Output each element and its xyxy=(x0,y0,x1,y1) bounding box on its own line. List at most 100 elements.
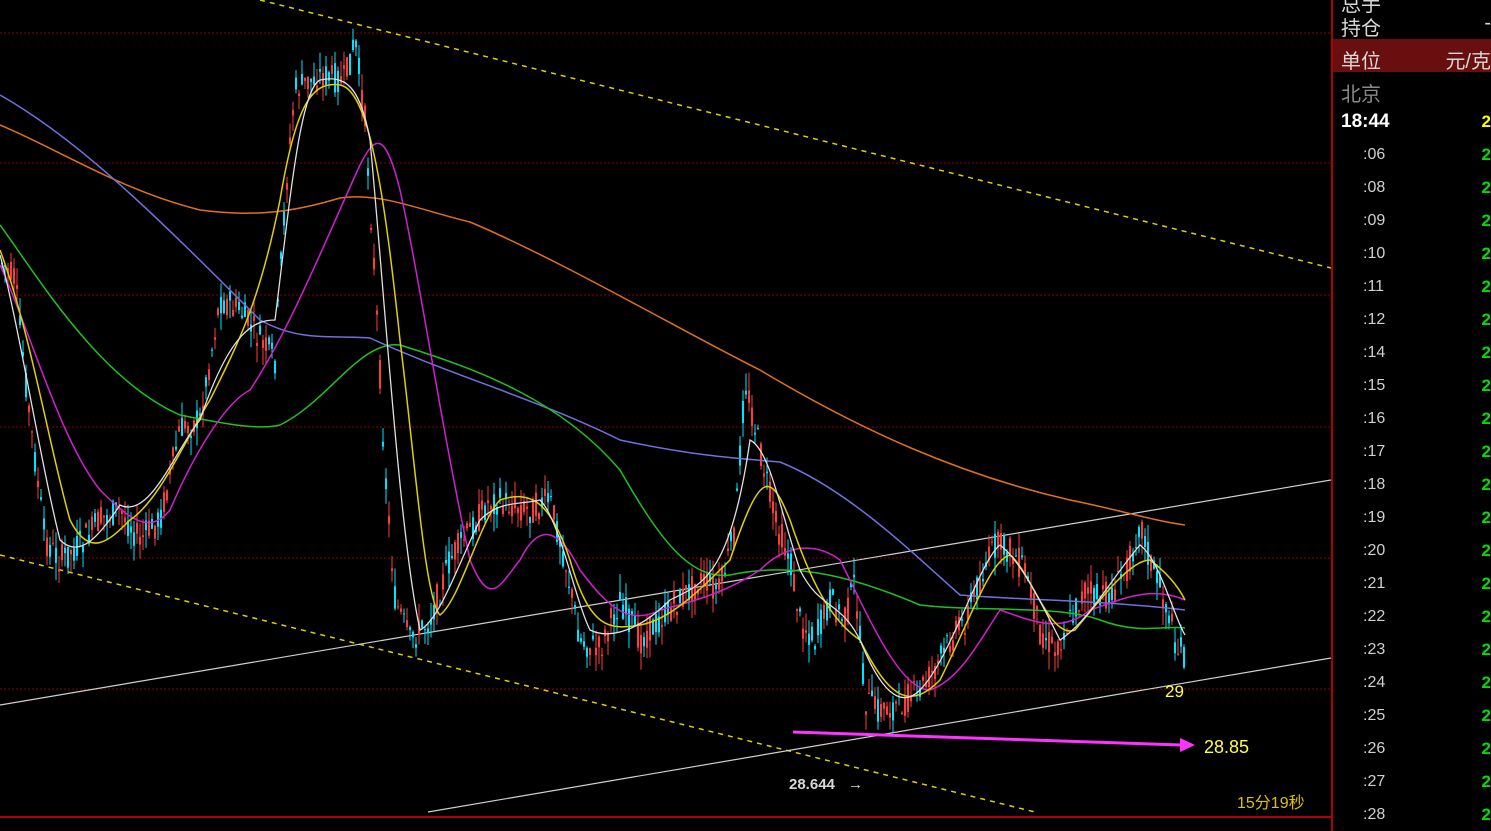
candle-body xyxy=(271,342,273,349)
tick-row[interactable]: :18 2 xyxy=(1333,468,1491,501)
tick-value: 2 xyxy=(1481,508,1491,527)
trend-channel-lines xyxy=(0,0,1331,813)
candle-body xyxy=(991,541,993,543)
candle-body xyxy=(388,515,390,524)
candle-body xyxy=(778,534,780,545)
candle-body xyxy=(85,523,87,528)
tick-row[interactable]: :24 2 xyxy=(1333,666,1491,699)
tick-value: 2 xyxy=(1481,310,1491,329)
candle-body xyxy=(370,227,372,231)
candle-body xyxy=(208,369,210,380)
tick-row[interactable]: :21 2 xyxy=(1333,567,1491,600)
candle-body xyxy=(757,427,759,429)
candle-body xyxy=(889,713,891,718)
candle-body xyxy=(862,663,864,685)
tick-value: 2 xyxy=(1481,343,1491,362)
candle-body xyxy=(760,443,762,467)
tick-row[interactable]: :20 2 xyxy=(1333,534,1491,567)
candle-body xyxy=(877,699,879,722)
candle-body xyxy=(313,76,315,85)
candle-body xyxy=(55,547,57,563)
candle-body xyxy=(103,515,105,518)
candle-body xyxy=(997,531,999,548)
tick-value: 2 xyxy=(1481,673,1491,692)
tick-row[interactable]: :08 2 xyxy=(1333,171,1491,204)
candle-body xyxy=(742,401,744,424)
tick-row[interactable]: :23 2 xyxy=(1333,633,1491,666)
tick-row[interactable]: :10 2 xyxy=(1333,237,1491,270)
candle-body xyxy=(406,620,408,628)
candle-body xyxy=(643,637,645,647)
candle-body xyxy=(445,559,447,564)
tick-time: :21 xyxy=(1363,575,1386,592)
tick-value: 2 xyxy=(1481,607,1491,626)
tick-row[interactable]: :14 2 xyxy=(1333,336,1491,369)
candle-body xyxy=(301,73,303,85)
candle-body xyxy=(463,539,465,541)
candle-body xyxy=(619,591,621,601)
candle-body xyxy=(454,542,456,560)
candle-body xyxy=(478,503,480,531)
ma-blue-line xyxy=(0,94,1186,611)
upper-dashed-trendline xyxy=(259,0,1331,269)
candle-body xyxy=(946,635,948,637)
candle-body xyxy=(70,549,72,555)
candle-body xyxy=(670,607,672,621)
candlestick-chart[interactable]: 28.85 29 28.644 → 15分19秒 xyxy=(0,0,1331,831)
tick-row[interactable]: :06 2 xyxy=(1333,138,1491,171)
tick-time: :25 xyxy=(1363,707,1386,724)
candle-body xyxy=(154,525,156,539)
candle-body xyxy=(1033,592,1035,619)
tick-time: :17 xyxy=(1363,443,1386,460)
candle-body xyxy=(97,511,99,532)
candle-body xyxy=(391,568,393,572)
tick-row[interactable]: :15 2 xyxy=(1333,369,1491,402)
tick-row[interactable]: :16 2 xyxy=(1333,402,1491,435)
candle-body xyxy=(415,644,417,648)
candle-body xyxy=(685,585,687,588)
candle-body xyxy=(82,546,84,553)
candle-body xyxy=(133,532,135,546)
candle-body xyxy=(136,522,138,534)
candle-body xyxy=(112,500,114,525)
candle-body xyxy=(448,551,450,574)
candle-body xyxy=(751,407,753,427)
tick-row[interactable]: :26 2 xyxy=(1333,732,1491,765)
candle-body xyxy=(517,508,519,514)
candle-body xyxy=(1015,555,1017,557)
tick-time: :19 xyxy=(1363,509,1386,526)
candle-body xyxy=(604,629,606,637)
tick-time: :27 xyxy=(1363,773,1386,790)
tick-row[interactable]: :17 2 xyxy=(1333,435,1491,468)
tick-row[interactable]: :25 2 xyxy=(1333,699,1491,732)
tick-row[interactable]: :28 2 xyxy=(1333,798,1491,831)
tick-row[interactable]: :12 2 xyxy=(1333,303,1491,336)
tick-row[interactable]: :22 2 xyxy=(1333,600,1491,633)
candle-body xyxy=(37,481,39,488)
candle-body xyxy=(874,696,876,710)
candle-body xyxy=(802,628,804,639)
tick-value: 2 xyxy=(1481,409,1491,428)
candle-body xyxy=(76,536,78,557)
candle-body xyxy=(880,703,882,717)
tick-row[interactable]: :09 2 xyxy=(1333,204,1491,237)
tick-time: :14 xyxy=(1363,344,1386,361)
candle-body xyxy=(640,635,642,654)
candle-body xyxy=(1087,587,1089,594)
candle-body xyxy=(253,316,255,322)
candle-body xyxy=(832,589,834,595)
candle-body xyxy=(343,65,345,69)
candle-body xyxy=(580,638,582,642)
candle-body xyxy=(565,570,567,572)
tick-row[interactable]: :27 2 xyxy=(1333,765,1491,798)
current-time-row[interactable]: 18:44 2 xyxy=(1333,105,1491,138)
chart-canvas[interactable]: 28.85 29 28.644 → 15分19秒 xyxy=(0,0,1331,831)
target-arrow-head xyxy=(1180,738,1195,752)
tick-row[interactable]: :11 2 xyxy=(1333,270,1491,303)
candle-body xyxy=(679,589,681,603)
candle-body xyxy=(34,452,36,472)
candle-body xyxy=(886,706,888,715)
tick-row[interactable]: :19 2 xyxy=(1333,501,1491,534)
candle-body xyxy=(385,478,387,490)
candle-body xyxy=(298,93,300,97)
